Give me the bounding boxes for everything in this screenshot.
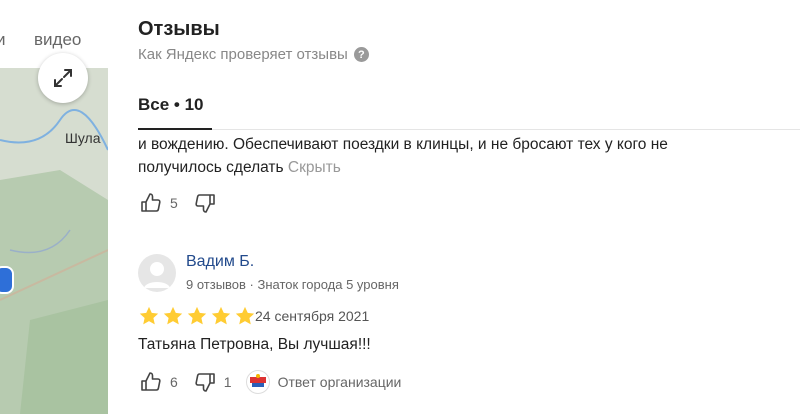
review-date: 24 сентября 2021 [255, 308, 370, 324]
dislike-count: 1 [223, 374, 232, 390]
avatar[interactable] [138, 254, 176, 292]
media-tab-photo[interactable]: и [0, 30, 6, 50]
hide-review-link[interactable]: Скрыть [288, 159, 341, 176]
review-text-body: и вождению. Обеспечивают поездки в клинц… [138, 136, 668, 176]
rating-stars [138, 305, 256, 327]
thumb-up-icon [141, 372, 161, 391]
map-place-label: Шула [65, 130, 101, 146]
expand-map-button[interactable] [38, 53, 88, 103]
media-tab-video[interactable]: видео [34, 30, 81, 50]
star-icon [139, 306, 159, 325]
review-actions: 6 1 Ответ организации [138, 369, 401, 395]
map-marker[interactable] [0, 266, 14, 294]
dislike-button[interactable] [192, 369, 218, 395]
thumb-down-icon [195, 194, 215, 213]
expand-icon [54, 69, 72, 87]
like-button[interactable] [138, 369, 164, 395]
review-actions: 5 [138, 190, 218, 216]
star-icon [163, 306, 183, 325]
thumb-up-icon [141, 193, 161, 212]
org-logo-icon [245, 370, 270, 394]
reviews-panel: Отзывы Как Яндекс проверяет отзывы ? Все… [108, 0, 800, 414]
review-text: и вождению. Обеспечивают поездки в клинц… [138, 133, 738, 179]
thumb-down-icon [195, 373, 215, 392]
dislike-button[interactable] [192, 190, 218, 216]
star-icon [187, 306, 207, 325]
review-author-meta: 9 отзывов · Знаток города 5 уровня [186, 277, 399, 292]
like-count: 6 [170, 374, 178, 390]
avatar-icon [144, 262, 170, 288]
star-icon [211, 306, 231, 325]
tab-active-underline [138, 128, 212, 130]
reviews-check-text[interactable]: Как Яндекс проверяет отзывы [138, 46, 348, 63]
tabs-divider [138, 129, 800, 130]
review-author[interactable]: Вадим Б. [186, 253, 254, 271]
review-text: Татьяна Петровна, Вы лучшая!!! [138, 336, 371, 353]
like-count: 5 [170, 195, 178, 211]
reviews-title: Отзывы [138, 18, 220, 40]
org-reply-link[interactable]: Ответ организации [278, 374, 402, 390]
map-area[interactable]: и видео Шула [0, 0, 108, 414]
reviews-check-link[interactable]: Как Яндекс проверяет отзывы ? [138, 46, 369, 63]
star-icon [235, 306, 255, 325]
question-icon[interactable]: ? [353, 47, 369, 62]
tab-all-reviews[interactable]: Все • 10 [138, 95, 204, 115]
like-button[interactable] [138, 190, 164, 216]
